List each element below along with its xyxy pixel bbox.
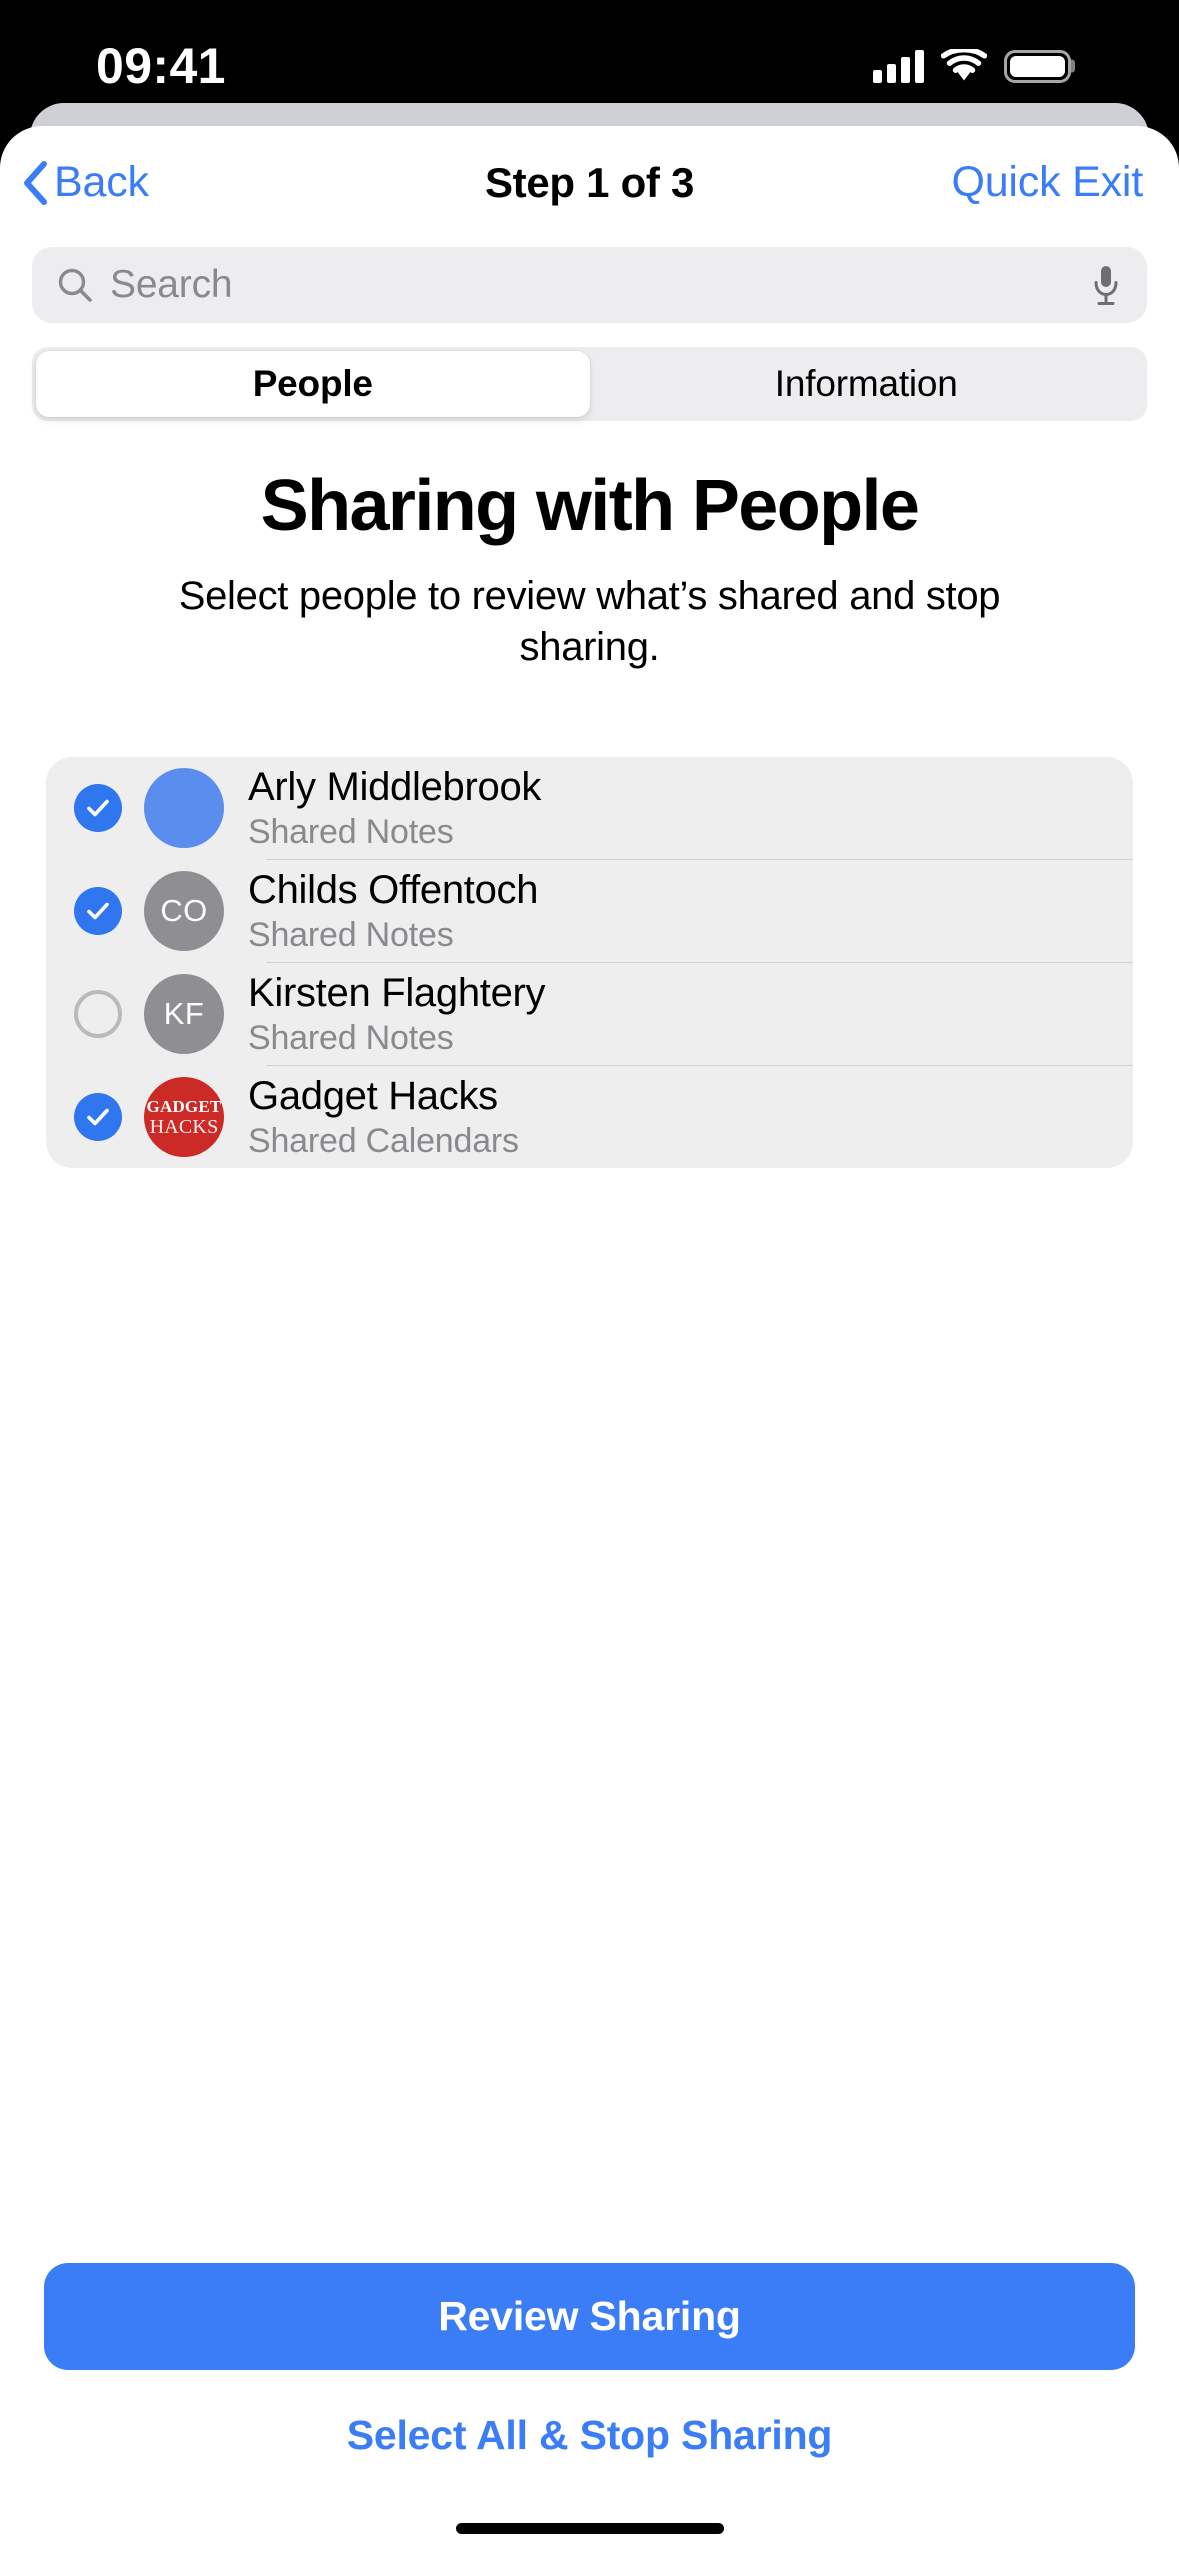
search-input[interactable]: Search bbox=[32, 247, 1147, 323]
avatar-logo-bottom: HACKS bbox=[149, 1115, 219, 1138]
home-indicator bbox=[455, 2523, 724, 2534]
row-text: Arly Middlebrook Shared Notes bbox=[248, 765, 1133, 852]
row-checkbox[interactable] bbox=[74, 886, 122, 935]
checkmark-icon bbox=[74, 886, 122, 935]
row-checkbox[interactable] bbox=[74, 1092, 122, 1141]
avatar: KF bbox=[144, 973, 224, 1054]
avatar bbox=[144, 767, 224, 848]
microphone-icon[interactable] bbox=[1091, 264, 1121, 306]
list-item[interactable]: Arly Middlebrook Shared Notes bbox=[46, 757, 1133, 860]
row-text: Gadget Hacks Shared Calendars bbox=[248, 1074, 1133, 1161]
search-placeholder-text: Search bbox=[110, 263, 233, 306]
quick-exit-button[interactable]: Quick Exit bbox=[951, 158, 1143, 207]
person-name: Kirsten Flaghtery bbox=[248, 970, 546, 1015]
checkmark-icon bbox=[74, 1092, 122, 1141]
row-text: Childs Offentoch Shared Notes bbox=[248, 868, 1133, 955]
row-text: Kirsten Flaghtery Shared Notes bbox=[248, 971, 1133, 1058]
person-subtitle: Shared Notes bbox=[248, 916, 454, 955]
tab-information[interactable]: Information bbox=[590, 351, 1144, 417]
subheadline: Select people to review what’s shared an… bbox=[178, 573, 1001, 669]
search-bar-container: Search bbox=[0, 239, 1179, 323]
person-subtitle: Shared Notes bbox=[248, 1019, 454, 1058]
list-item[interactable]: KF Kirsten Flaghtery Shared Notes bbox=[46, 963, 1133, 1066]
chevron-left-icon bbox=[22, 160, 48, 206]
person-name: Arly Middlebrook bbox=[248, 764, 542, 809]
avatar: GADGET HACKS bbox=[144, 1076, 224, 1157]
cellular-bars-icon bbox=[873, 49, 924, 83]
back-button[interactable]: Back bbox=[22, 158, 149, 207]
modal-sheet: Back Step 1 of 3 Quick Exit Search Peopl… bbox=[0, 126, 1179, 2556]
person-name: Gadget Hacks bbox=[248, 1073, 498, 1118]
review-sharing-button[interactable]: Review Sharing bbox=[44, 2263, 1135, 2370]
list-item[interactable]: CO Childs Offentoch Shared Notes bbox=[46, 860, 1133, 963]
avatar-logo-top: GADGET bbox=[146, 1096, 222, 1116]
footer-actions: Review Sharing Select All & Stop Sharing bbox=[0, 2263, 1179, 2556]
back-button-label: Back bbox=[54, 158, 149, 206]
checkmark-icon bbox=[74, 783, 122, 832]
person-subtitle: Shared Notes bbox=[248, 813, 454, 852]
select-all-stop-sharing-link[interactable]: Select All & Stop Sharing bbox=[44, 2412, 1135, 2459]
row-checkbox[interactable] bbox=[74, 989, 122, 1038]
wifi-icon bbox=[941, 49, 987, 83]
list-item[interactable]: GADGET HACKS Gadget Hacks Shared Calenda… bbox=[46, 1066, 1133, 1168]
status-bar: 09:41 bbox=[0, 0, 1179, 118]
status-bar-time: 09:41 bbox=[96, 38, 226, 94]
status-bar-icons bbox=[873, 35, 1075, 83]
iphone-screen: 09:41 Back Step 1 of 3 Quick Exit Search… bbox=[0, 0, 1179, 2556]
avatar-initials: KF bbox=[163, 995, 205, 1031]
row-checkbox[interactable] bbox=[74, 783, 122, 832]
people-list: Arly Middlebrook Shared Notes CO Childs … bbox=[46, 756, 1133, 1168]
person-subtitle: Shared Calendars bbox=[248, 1122, 519, 1161]
segmented-control-container: People Information bbox=[0, 323, 1179, 421]
empty-circle-icon bbox=[74, 989, 122, 1038]
avatar-initials: CO bbox=[160, 892, 208, 928]
person-name: Childs Offentoch bbox=[248, 867, 539, 912]
tab-people[interactable]: People bbox=[36, 351, 590, 417]
battery-full-icon bbox=[1004, 49, 1075, 83]
search-icon bbox=[56, 266, 94, 304]
segmented-control: People Information bbox=[32, 347, 1147, 421]
headline: Sharing with People bbox=[260, 466, 920, 546]
navigation-bar: Back Step 1 of 3 Quick Exit bbox=[0, 126, 1179, 239]
avatar: CO bbox=[144, 870, 224, 951]
